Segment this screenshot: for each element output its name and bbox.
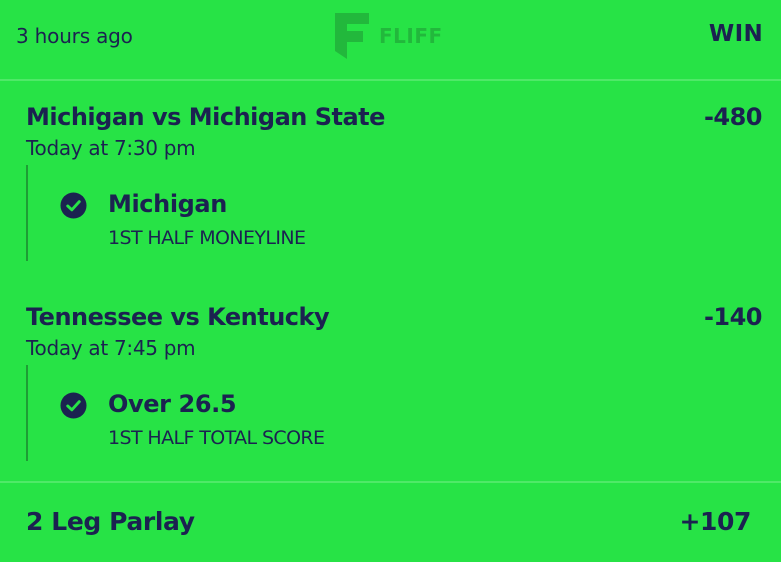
fliff-logo-icon bbox=[335, 13, 369, 59]
brand-name: FLIFF bbox=[379, 24, 443, 48]
leg-odds: -480 bbox=[703, 103, 763, 131]
parlay-label: 2 Leg Parlay bbox=[26, 507, 195, 536]
bet-header: 3 hours ago FLIFF WIN bbox=[0, 0, 781, 81]
market-type: 1ST HALF MONEYLINE bbox=[108, 227, 306, 249]
parlay-odds: +107 bbox=[679, 507, 751, 536]
fliff-logo: FLIFF bbox=[333, 11, 443, 61]
parlay-summary: 2 Leg Parlay +107 bbox=[0, 481, 781, 562]
market-type: 1ST HALF TOTAL SCORE bbox=[108, 427, 325, 449]
game-time: Today at 7:30 pm bbox=[26, 136, 196, 160]
check-circle-icon bbox=[60, 392, 87, 419]
pick-name: Michigan bbox=[108, 190, 227, 218]
matchup-title: Michigan vs Michigan State bbox=[26, 103, 385, 131]
pick-details: Over 26.5 1ST HALF TOTAL SCORE bbox=[26, 365, 528, 461]
matchup-title: Tennessee vs Kentucky bbox=[26, 303, 330, 331]
pick-details: Michigan 1ST HALF MONEYLINE bbox=[26, 165, 528, 261]
result-badge: WIN bbox=[708, 21, 763, 47]
time-ago: 3 hours ago bbox=[16, 24, 133, 48]
pick-name: Over 26.5 bbox=[108, 390, 237, 418]
check-circle-icon bbox=[60, 192, 87, 219]
game-time: Today at 7:45 pm bbox=[26, 336, 196, 360]
leg-odds: -140 bbox=[703, 303, 763, 331]
